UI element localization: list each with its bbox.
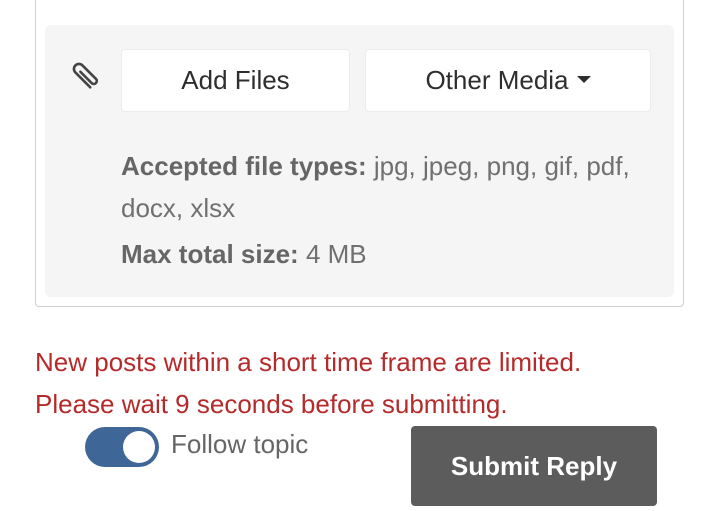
warning-line-1: New posts within a short time frame are …	[35, 347, 582, 377]
accepted-file-types: Accepted file types: jpg, jpeg, png, gif…	[121, 145, 661, 229]
caret-down-icon	[576, 76, 591, 83]
max-total-size-label: Max total size:	[121, 239, 299, 269]
max-total-size-value: 4 MB	[298, 239, 367, 269]
submit-reply-button[interactable]: Submit Reply	[411, 426, 657, 506]
warning-line-2: Please wait 9 seconds before submitting.	[35, 389, 508, 419]
max-total-size: Max total size: 4 MB	[121, 233, 661, 275]
attachment-info: Accepted file types: jpg, jpeg, png, gif…	[121, 145, 661, 275]
follow-topic-toggle[interactable]	[85, 427, 159, 467]
add-files-label: Add Files	[181, 65, 290, 95]
rate-limit-warning: New posts within a short time frame are …	[35, 341, 695, 425]
add-files-button[interactable]: Add Files	[121, 49, 350, 112]
submit-reply-label: Submit Reply	[450, 450, 618, 481]
follow-topic-label[interactable]: Follow topic	[171, 429, 308, 460]
toggle-knob	[123, 431, 155, 463]
other-media-label: Other Media	[425, 65, 569, 95]
paperclip-icon	[66, 56, 106, 96]
accepted-file-types-label: Accepted file types:	[121, 151, 367, 181]
other-media-dropdown[interactable]: Other Media	[365, 49, 651, 112]
